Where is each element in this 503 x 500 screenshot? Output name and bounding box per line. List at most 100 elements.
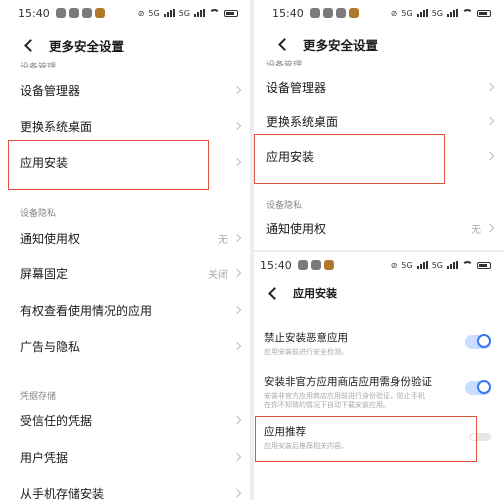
battery-icon <box>477 261 491 269</box>
toggle-switch[interactable] <box>465 380 491 395</box>
network-label: 5G <box>401 260 413 270</box>
chevron-right-icon <box>232 305 242 315</box>
toggle-description: 安装非官方应用商店应用前进行身份验证，防止手机在你不知情的情况下自动下载安装应用… <box>264 392 425 409</box>
status-bar: 15:40 ⊘ 5G 5G <box>0 0 250 26</box>
item-label: 通知使用权 <box>20 231 81 246</box>
status-right: ⊘ 5G 5G <box>391 261 491 270</box>
status-bar: 15:40 ⊘ 5G 5G <box>254 252 503 278</box>
chevron-right-icon <box>232 488 242 498</box>
toggle-switch[interactable] <box>465 334 491 349</box>
app-notification-icon <box>348 8 359 18</box>
settings-item-user-credentials[interactable]: 用户凭据 <box>0 443 250 471</box>
settings-item-notification-access[interactable]: 通知使用权 无 <box>254 214 503 242</box>
toggle-row-block-malicious[interactable]: 禁止安装恶意应用 应用安装前进行安全检测。 <box>254 330 503 357</box>
item-label: 通知使用权 <box>266 221 327 236</box>
right-top-panel: 15:40 ⊘ 5G 5G 更多安全设置 设备管理 设备管理器 更换系统桌面 应… <box>254 0 503 250</box>
signal-icon-2 <box>447 9 458 17</box>
clipped-section-label: 设备管理 <box>266 61 303 66</box>
back-arrow-icon[interactable] <box>278 37 291 51</box>
settings-item-ads-privacy[interactable]: 广告与隐私 <box>0 332 250 360</box>
app-notification-icon <box>323 260 334 270</box>
battery-icon <box>477 9 491 17</box>
highlight-box <box>8 140 209 190</box>
chevron-right-icon <box>485 223 495 233</box>
page-header: 应用安装 <box>254 278 503 308</box>
item-label: 用户凭据 <box>20 450 69 465</box>
item-value: 无 <box>471 224 481 236</box>
right-bottom-panel: 15:40 ⊘ 5G 5G 应用安装 禁止安装恶意应用 应用安装前进行安全检测。… <box>254 252 503 500</box>
mute-icon: ⊘ <box>390 8 398 18</box>
section-label-privacy: 设备隐私 <box>266 201 303 211</box>
page-title: 更多安全设置 <box>49 38 125 54</box>
status-time: 15:40 <box>18 6 50 20</box>
item-label: 从手机存储安装 <box>20 486 105 500</box>
item-label: 有权查看使用情况的应用 <box>20 303 153 318</box>
settings-item-usage-access[interactable]: 有权查看使用情况的应用 <box>0 296 250 324</box>
back-arrow-icon[interactable] <box>24 38 37 52</box>
signal-icon <box>416 261 428 269</box>
chevron-right-icon <box>485 151 495 161</box>
signal-icon <box>416 9 428 17</box>
toggle-label: 禁止安装恶意应用 <box>264 332 348 344</box>
network-label-2: 5G <box>178 8 190 18</box>
signal-icon-2 <box>194 9 205 17</box>
page-header: 更多安全设置 <box>0 30 250 60</box>
toggle-row-verify-unofficial[interactable]: 安装非官方应用商店应用需身份验证 安装非官方应用商店应用前进行身份验证，防止手机… <box>254 374 503 410</box>
settings-item-screen-pinning[interactable]: 屏幕固定 关闭 <box>0 259 250 287</box>
notification-icon <box>68 8 79 18</box>
page-header: 更多安全设置 <box>254 29 503 59</box>
item-label: 设备管理器 <box>20 83 81 98</box>
network-label: 5G <box>148 8 160 18</box>
status-bar: 15:40 ⊘ 5G 5G <box>254 0 503 26</box>
settings-item-launcher[interactable]: 更换系统桌面 <box>0 112 250 140</box>
wifi-icon <box>462 261 473 269</box>
item-label: 更换系统桌面 <box>266 114 339 129</box>
item-label: 受信任的凭据 <box>20 413 93 428</box>
item-label: 更换系统桌面 <box>20 119 93 134</box>
item-value: 无 <box>218 234 228 246</box>
item-label: 屏幕固定 <box>20 266 69 281</box>
notification-icon <box>297 260 308 270</box>
chevron-right-icon <box>232 233 242 243</box>
settings-item-launcher[interactable]: 更换系统桌面 <box>254 107 503 135</box>
network-label-2: 5G <box>431 260 443 270</box>
item-value: 关闭 <box>208 269 228 281</box>
status-time: 15:40 <box>260 258 292 272</box>
section-label-credentials: 凭据存储 <box>20 392 57 402</box>
back-arrow-icon[interactable] <box>268 286 281 300</box>
status-time: 15:40 <box>272 6 304 20</box>
status-right: ⊘ 5G 5G <box>138 9 238 18</box>
chevron-right-icon <box>232 121 242 131</box>
wifi-icon <box>209 9 220 17</box>
clipped-section-label: 设备管理 <box>20 63 57 68</box>
mute-icon: ⊘ <box>390 260 398 270</box>
highlight-box <box>255 416 477 462</box>
signal-icon-2 <box>447 261 458 269</box>
settings-item-trusted-credentials[interactable]: 受信任的凭据 <box>0 406 250 434</box>
notification-icon <box>81 8 92 18</box>
network-label: 5G <box>401 8 413 18</box>
notification-icon <box>335 8 346 18</box>
app-notification-icon <box>94 8 105 18</box>
signal-icon <box>163 9 175 17</box>
page-title: 应用安装 <box>293 287 337 300</box>
item-label: 广告与隐私 <box>20 339 81 354</box>
notification-icon <box>309 8 320 18</box>
network-label-2: 5G <box>431 8 443 18</box>
battery-icon <box>224 9 238 17</box>
notification-icon <box>310 260 321 270</box>
toggle-label: 安装非官方应用商店应用需身份验证 <box>264 376 432 388</box>
chevron-right-icon <box>232 452 242 462</box>
item-label: 设备管理器 <box>266 80 327 95</box>
settings-item-notification-access[interactable]: 通知使用权 无 <box>0 224 250 252</box>
notification-icon <box>55 8 66 18</box>
settings-item-install-from-storage[interactable]: 从手机存储安装 <box>0 479 250 500</box>
chevron-right-icon <box>485 116 495 126</box>
status-right: ⊘ 5G 5G <box>391 9 491 18</box>
chevron-right-icon <box>232 341 242 351</box>
section-label-privacy: 设备隐私 <box>20 209 57 219</box>
mute-icon: ⊘ <box>137 8 145 18</box>
chevron-right-icon <box>485 82 495 92</box>
settings-item-device-admin[interactable]: 设备管理器 <box>0 76 250 104</box>
settings-item-device-admin[interactable]: 设备管理器 <box>254 73 503 101</box>
